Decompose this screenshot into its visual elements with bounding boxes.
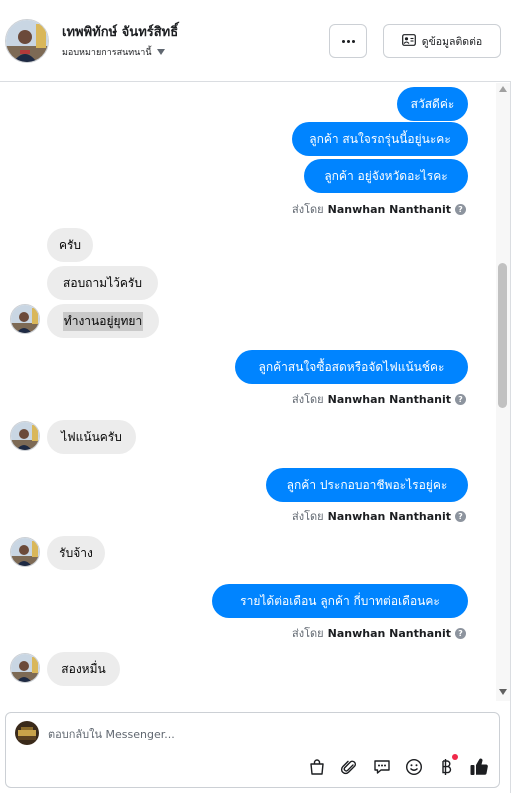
sent-by-label: ส่งโดย Nanwhan Nanthanit ? bbox=[292, 624, 466, 642]
info-icon[interactable]: ? bbox=[455, 627, 466, 639]
reply-input[interactable] bbox=[48, 723, 478, 745]
message-composer bbox=[5, 712, 500, 788]
contact-name: เทพพิทักษ์ จันทร์สิทธิ์ bbox=[62, 25, 179, 40]
contact-avatar[interactable] bbox=[5, 19, 49, 63]
info-icon[interactable]: ? bbox=[455, 510, 466, 522]
saved-replies-icon[interactable] bbox=[372, 757, 392, 777]
highlighted-text: ทำงานอยู่ยุทยา bbox=[62, 311, 144, 331]
message-incoming[interactable]: ไฟแน้นครับ bbox=[47, 420, 136, 454]
sender-name: Nanwhan Nanthanit bbox=[327, 392, 451, 406]
message-outgoing[interactable]: ลูกค้าสนใจซื้อสดหรือจัดไฟแน้นช์คะ bbox=[235, 350, 468, 384]
sent-by-label: ส่งโดย Nanwhan Nanthanit ? bbox=[292, 390, 466, 408]
sender-name: Nanwhan Nanthanit bbox=[327, 509, 451, 523]
notification-dot bbox=[452, 754, 458, 760]
message-incoming[interactable]: สอบถามไว้ครับ bbox=[47, 266, 158, 300]
contact-card-icon bbox=[401, 33, 416, 49]
message-outgoing[interactable]: ลูกค้า อยู่จังหวัดอะไรคะ bbox=[304, 159, 468, 193]
view-contact-info-button[interactable]: ดูข้อมูลติดต่อ bbox=[383, 24, 501, 58]
message-list: สวัสดีค่ะ ลูกค้า สนใจรถรุ่นนี้อยู่นะคะ ล… bbox=[0, 83, 496, 701]
assign-label: มอบหมายการสนทนานี้ bbox=[62, 48, 152, 58]
message-incoming[interactable]: ครับ bbox=[47, 228, 93, 262]
message-incoming[interactable]: ทำงานอยู่ยุทยา bbox=[47, 304, 159, 338]
info-icon[interactable]: ? bbox=[455, 393, 466, 405]
sent-by-prefix: ส่งโดย bbox=[292, 627, 324, 640]
view-contact-info-label: ดูข้อมูลติดต่อ bbox=[421, 35, 483, 48]
sent-by-label: ส่งโดย Nanwhan Nanthanit ? bbox=[292, 507, 466, 525]
contact-avatar-small bbox=[10, 653, 40, 683]
sender-name: Nanwhan Nanthanit bbox=[327, 202, 451, 216]
emoji-icon[interactable] bbox=[404, 757, 424, 777]
scroll-up-arrow-icon[interactable] bbox=[499, 86, 507, 92]
shopping-bag-icon[interactable] bbox=[307, 757, 327, 777]
page-avatar bbox=[15, 721, 39, 745]
baht-icon[interactable] bbox=[436, 754, 458, 777]
more-options-button[interactable] bbox=[329, 24, 367, 58]
message-incoming[interactable]: รับจ้าง bbox=[47, 536, 105, 570]
chevron-down-icon bbox=[156, 49, 165, 55]
message-outgoing[interactable]: ลูกค้า สนใจรถรุ่นนี้อยู่นะคะ bbox=[292, 122, 468, 156]
scroll-down-arrow-icon[interactable] bbox=[499, 689, 507, 695]
message-incoming[interactable]: สองหมื่น bbox=[47, 652, 120, 686]
contact-avatar-small bbox=[10, 421, 40, 451]
sent-by-label: ส่งโดย Nanwhan Nanthanit ? bbox=[292, 200, 466, 218]
contact-avatar-small bbox=[10, 304, 40, 334]
conversation-header: เทพพิทักษ์ จันทร์สิทธิ์ มอบหมายการสนทนาน… bbox=[0, 0, 511, 82]
sender-name: Nanwhan Nanthanit bbox=[327, 626, 451, 640]
message-outgoing[interactable]: สวัสดีค่ะ bbox=[397, 87, 468, 121]
scrollbar-thumb[interactable] bbox=[498, 263, 507, 408]
sent-by-prefix: ส่งโดย bbox=[292, 393, 324, 406]
assign-conversation-dropdown[interactable]: มอบหมายการสนทนานี้ bbox=[62, 45, 165, 59]
more-icon bbox=[341, 39, 355, 43]
message-outgoing[interactable]: ลูกค้า ประกอบอาชีพอะไรอยู่คะ bbox=[266, 468, 468, 502]
contact-avatar-small bbox=[10, 537, 40, 567]
message-outgoing[interactable]: รายได้ต่อเดือน ลูกค้า กี่บาทต่อเดือนคะ bbox=[212, 584, 468, 618]
sent-by-prefix: ส่งโดย bbox=[292, 203, 324, 216]
chat-scrollbar[interactable] bbox=[496, 83, 510, 701]
paperclip-icon[interactable] bbox=[339, 757, 359, 777]
messenger-conversation-panel: เทพพิทักษ์ จันทร์สิทธิ์ มอบหมายการสนทนาน… bbox=[0, 0, 511, 793]
sent-by-prefix: ส่งโดย bbox=[292, 510, 324, 523]
like-icon[interactable] bbox=[469, 757, 489, 777]
info-icon[interactable]: ? bbox=[455, 203, 466, 215]
